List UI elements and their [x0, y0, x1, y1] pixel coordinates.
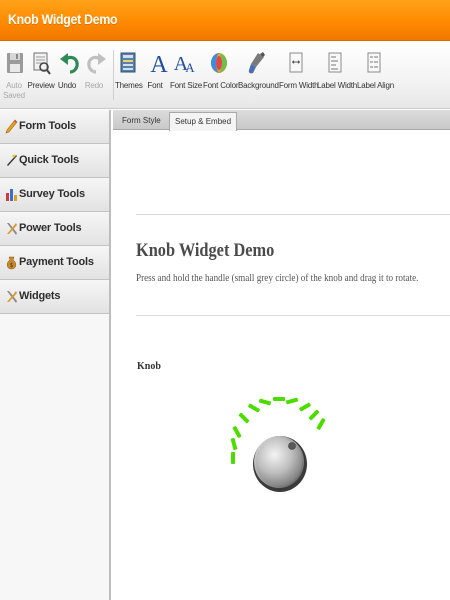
redo-icon [87, 53, 106, 74]
themes-icon [120, 52, 136, 73]
app-title: Knob Widget Demo [8, 11, 118, 27]
sidebar-item-label: Survey Tools [19, 188, 85, 200]
background-label: Background [238, 81, 279, 90]
themes-button[interactable]: Themes [115, 50, 143, 91]
bar-chart-icon [6, 189, 17, 201]
font-color-label: Font Color [203, 81, 239, 90]
font-size-label: Font Size [170, 81, 202, 90]
divider-bottom [136, 315, 450, 316]
label-align-icon [367, 52, 380, 73]
widgets-icon [7, 291, 17, 303]
page-title: Knob Widget Demo [136, 240, 275, 261]
form-canvas: Knob Widget Demo Press and hold the hand… [113, 131, 450, 600]
label-align-button[interactable]: Label Align [357, 50, 394, 91]
divider-top [136, 214, 450, 215]
label-width-button[interactable]: Label Width [317, 50, 358, 91]
label-align-label: Label Align [357, 81, 394, 90]
form-width-button[interactable]: Form Width [279, 50, 319, 91]
svg-text:A: A [150, 52, 168, 76]
preview-button[interactable]: Preview [27, 50, 55, 91]
redo-label: Redo [84, 81, 104, 90]
knob-handle[interactable] [288, 442, 296, 450]
sidebar-item-label: Quick Tools [19, 154, 79, 166]
sidebar-item-label: Power Tools [19, 222, 82, 234]
tab-setup-embed[interactable]: Setup & Embed [169, 112, 238, 131]
toolbar: Auto Saved Preview Undo Redo Themes A Fo… [0, 42, 450, 109]
sidebar-item-label: Form Tools [19, 120, 77, 132]
sidebar-item-label: Widgets [19, 290, 61, 302]
font-size-icon: A A [174, 53, 196, 75]
font-icon: A [150, 52, 168, 76]
auto-saved-label-2: Saved [3, 91, 25, 100]
background-button[interactable]: Background [238, 50, 279, 91]
tab-bar: Form Style Setup & Embed [113, 110, 450, 131]
tab-form-style[interactable]: Form Style [117, 112, 166, 130]
sidebar-item-quick-tools[interactable]: Quick Tools [0, 144, 109, 178]
undo-icon [60, 53, 79, 74]
wand-icon [7, 154, 17, 166]
sidebar-item-widgets[interactable]: Widgets [0, 280, 109, 314]
font-color-button[interactable]: Font Color [203, 50, 239, 91]
knob-field-label: Knob [137, 361, 161, 372]
font-label: Font [147, 81, 163, 90]
themes-label: Themes [115, 81, 143, 90]
background-icon [248, 52, 265, 74]
sidebar-item-payment-tools[interactable]: $ Payment Tools [0, 246, 109, 280]
floppy-disk-icon [7, 53, 23, 73]
undo-button[interactable]: Undo [57, 50, 79, 91]
svg-text:$: $ [10, 262, 14, 269]
undo-label: Undo [57, 81, 77, 90]
knob-dial[interactable] [253, 436, 307, 492]
sidebar-item-survey-tools[interactable]: Survey Tools [0, 178, 109, 212]
title-bar: Knob Widget Demo [0, 0, 450, 41]
font-size-button[interactable]: A A Font Size [170, 50, 202, 91]
sidebar-item-power-tools[interactable]: Power Tools [0, 212, 109, 246]
tools-icon [7, 223, 17, 235]
form-width-label: Form Width [279, 81, 319, 90]
sidebar-item-label: Payment Tools [19, 256, 94, 268]
toolbar-separator [113, 50, 114, 100]
label-width-label: Label Width [317, 81, 358, 90]
form-description: Press and hold the handle (small grey ci… [136, 272, 419, 284]
redo-button[interactable]: Redo [83, 50, 106, 91]
auto-saved-label: Auto [6, 81, 22, 90]
preview-label: Preview [27, 81, 55, 90]
form-width-icon [289, 52, 302, 73]
font-button[interactable]: A Font [146, 50, 168, 91]
auto-saved-button: Auto Saved [2, 50, 26, 101]
preview-icon [33, 52, 51, 75]
money-bag-icon: $ [6, 256, 17, 270]
label-width-icon [328, 52, 341, 73]
svg-text:A: A [185, 60, 195, 75]
sidebar: Form Tools Quick Tools Survey Tools Powe… [0, 110, 111, 600]
knob-widget[interactable] [221, 361, 331, 511]
pencil-icon [5, 119, 18, 134]
font-color-icon [211, 53, 227, 73]
sidebar-item-form-tools[interactable]: Form Tools [0, 110, 109, 144]
